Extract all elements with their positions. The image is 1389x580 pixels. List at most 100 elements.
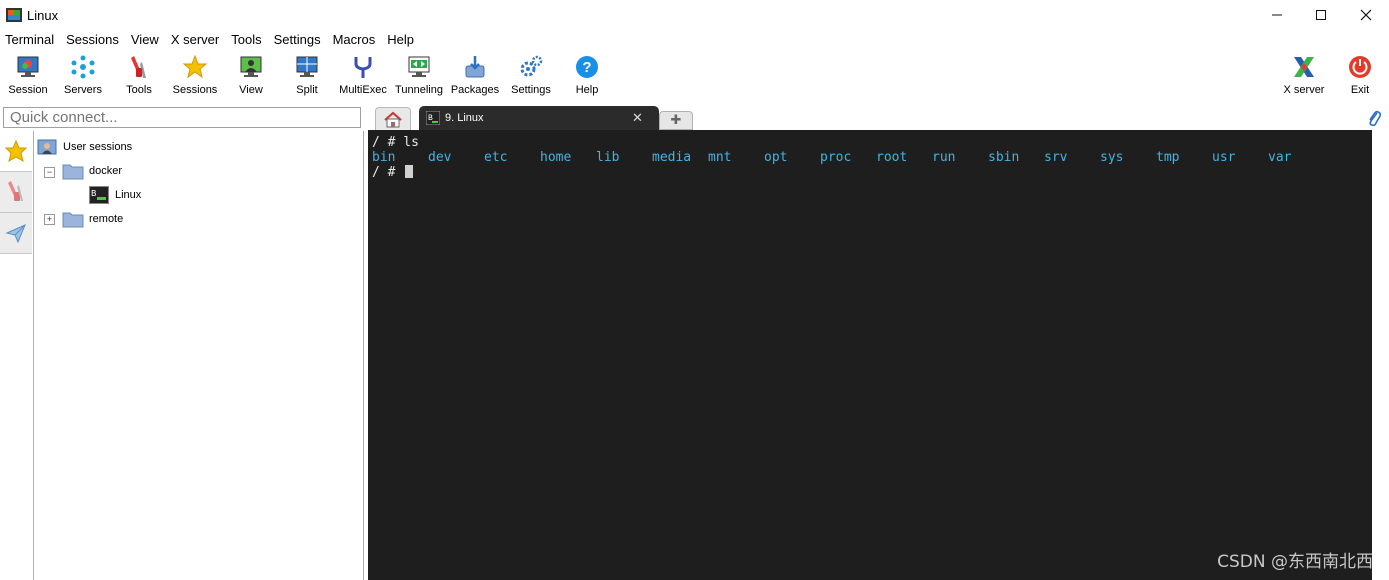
menu-bar: Terminal Sessions View X server Tools Se… (0, 31, 421, 51)
ls-output-item: root (876, 150, 908, 165)
quick-connect-input[interactable] (4, 108, 356, 127)
settings-button[interactable]: Settings (503, 51, 559, 103)
new-tab-button[interactable]: ✚ (659, 111, 693, 130)
sidebar-tab-tools[interactable] (0, 172, 32, 213)
terminal-prompt: / # (372, 165, 404, 180)
tab-linux-title: 9. Linux (445, 112, 484, 124)
terminal-icon: B (426, 111, 440, 125)
svg-text:?: ? (582, 59, 591, 76)
packages-button[interactable]: Packages (447, 51, 503, 103)
session-tree: User sessions − docker B Linux + remote (34, 131, 364, 580)
tree-session-linux[interactable]: B Linux (89, 185, 141, 205)
watermark: CSDN @东西南北西 (1217, 552, 1373, 572)
folder-icon (62, 212, 84, 228)
terminal-session-icon: B (89, 186, 109, 204)
sessions-button[interactable]: Sessions (167, 51, 223, 103)
maximize-button[interactable] (1301, 4, 1341, 26)
star-icon (5, 140, 27, 162)
menu-x-server[interactable]: X server (166, 31, 226, 51)
tree-folder-remote[interactable]: remote (62, 209, 123, 229)
ls-output-item: run (932, 150, 956, 165)
ls-output-item: etc (484, 150, 508, 165)
menu-terminal[interactable]: Terminal (0, 31, 61, 51)
window-title: Linux (27, 8, 59, 23)
split-icon (296, 56, 318, 77)
menu-sessions[interactable]: Sessions (61, 31, 126, 51)
ls-output-item: lib (596, 150, 620, 165)
ls-output-item: sbin (988, 150, 1020, 165)
terminal-pane[interactable]: / # ls bin dev etc home lib media mnt op… (368, 130, 1372, 580)
sidebar-tab-sessions[interactable] (0, 131, 32, 172)
maximize-icon (1316, 10, 1326, 20)
ls-output-item: sys (1100, 150, 1124, 165)
x-server-icon (1294, 57, 1314, 77)
sidebar-tabs (0, 131, 34, 580)
title-bar: Linux (0, 0, 1389, 30)
ls-output-item: mnt (708, 150, 732, 165)
help-button[interactable]: ? Help (559, 51, 615, 103)
ls-output-item: tmp (1156, 150, 1180, 165)
terminal-command-line: / # ls (372, 135, 419, 150)
ls-output-item: media (652, 150, 692, 165)
ls-output-item: opt (764, 150, 788, 165)
ls-output-item: proc (820, 150, 852, 165)
exit-button[interactable]: Exit (1332, 51, 1388, 103)
menu-macros[interactable]: Macros (328, 31, 383, 51)
mobaxterm-app-icon (6, 8, 22, 22)
send-icon (5, 224, 26, 244)
menu-help[interactable]: Help (382, 31, 421, 51)
tunneling-button[interactable]: Tunneling (391, 51, 447, 103)
ls-output-item: var (1268, 150, 1292, 165)
minimize-button[interactable] (1257, 4, 1297, 26)
remote-expander-plus-icon[interactable]: + (44, 214, 55, 225)
tab-home[interactable] (375, 107, 411, 131)
minimize-icon (1272, 14, 1282, 16)
gear-icon (520, 55, 543, 77)
servers-button[interactable]: Servers (55, 51, 111, 103)
tree-root-user-sessions[interactable]: User sessions (37, 137, 132, 157)
view-icon (240, 56, 262, 77)
close-button[interactable] (1346, 4, 1386, 26)
tab-close-icon[interactable]: ✕ (632, 110, 643, 126)
ls-output-item: dev (428, 150, 452, 165)
tab-strip: B 9. Linux ✕ ✚ (365, 104, 1389, 131)
tab-linux[interactable]: B 9. Linux ✕ (419, 106, 659, 130)
folder-icon (62, 164, 84, 180)
attachment-icon[interactable] (1366, 108, 1382, 128)
tools-icon (131, 56, 146, 78)
menu-view[interactable]: View (126, 31, 166, 51)
home-icon (384, 111, 402, 128)
tools-button[interactable]: Tools (111, 51, 167, 103)
tree-folder-docker[interactable]: docker (62, 161, 122, 181)
x-server-button[interactable]: X server (1276, 51, 1332, 103)
menu-tools[interactable]: Tools (226, 31, 268, 51)
user-sessions-icon (37, 139, 57, 155)
toolbar: Session Servers Tools Sessions View Spli… (0, 51, 1389, 103)
ls-output-item: srv (1044, 150, 1068, 165)
view-button[interactable]: View (223, 51, 279, 103)
session-button[interactable]: Session (0, 51, 56, 103)
ls-output-item: bin (372, 150, 396, 165)
svg-text:B: B (91, 189, 97, 199)
sidebar-tab-macros[interactable] (0, 213, 32, 254)
packages-icon (465, 56, 485, 78)
power-icon (1349, 56, 1371, 78)
star-icon (182, 54, 208, 79)
docker-expander-minus-icon[interactable]: − (44, 167, 55, 178)
terminal-scrollbar[interactable] (1372, 130, 1389, 580)
session-icon (17, 56, 39, 77)
multiexec-button[interactable]: MultiExec (335, 51, 391, 103)
help-icon: ? (576, 56, 598, 78)
terminal-prompt-line: / # (372, 165, 414, 180)
quick-connect-box (3, 107, 361, 128)
plus-icon: ✚ (670, 112, 682, 127)
terminal-cursor (405, 165, 414, 178)
tools-icon (8, 181, 23, 201)
multiexec-icon (354, 57, 372, 78)
ls-output-item: home (540, 150, 572, 165)
menu-settings[interactable]: Settings (269, 31, 328, 51)
close-icon (1360, 9, 1372, 21)
tunneling-icon (408, 56, 430, 77)
servers-icon (71, 55, 95, 79)
split-button[interactable]: Split (279, 51, 335, 103)
